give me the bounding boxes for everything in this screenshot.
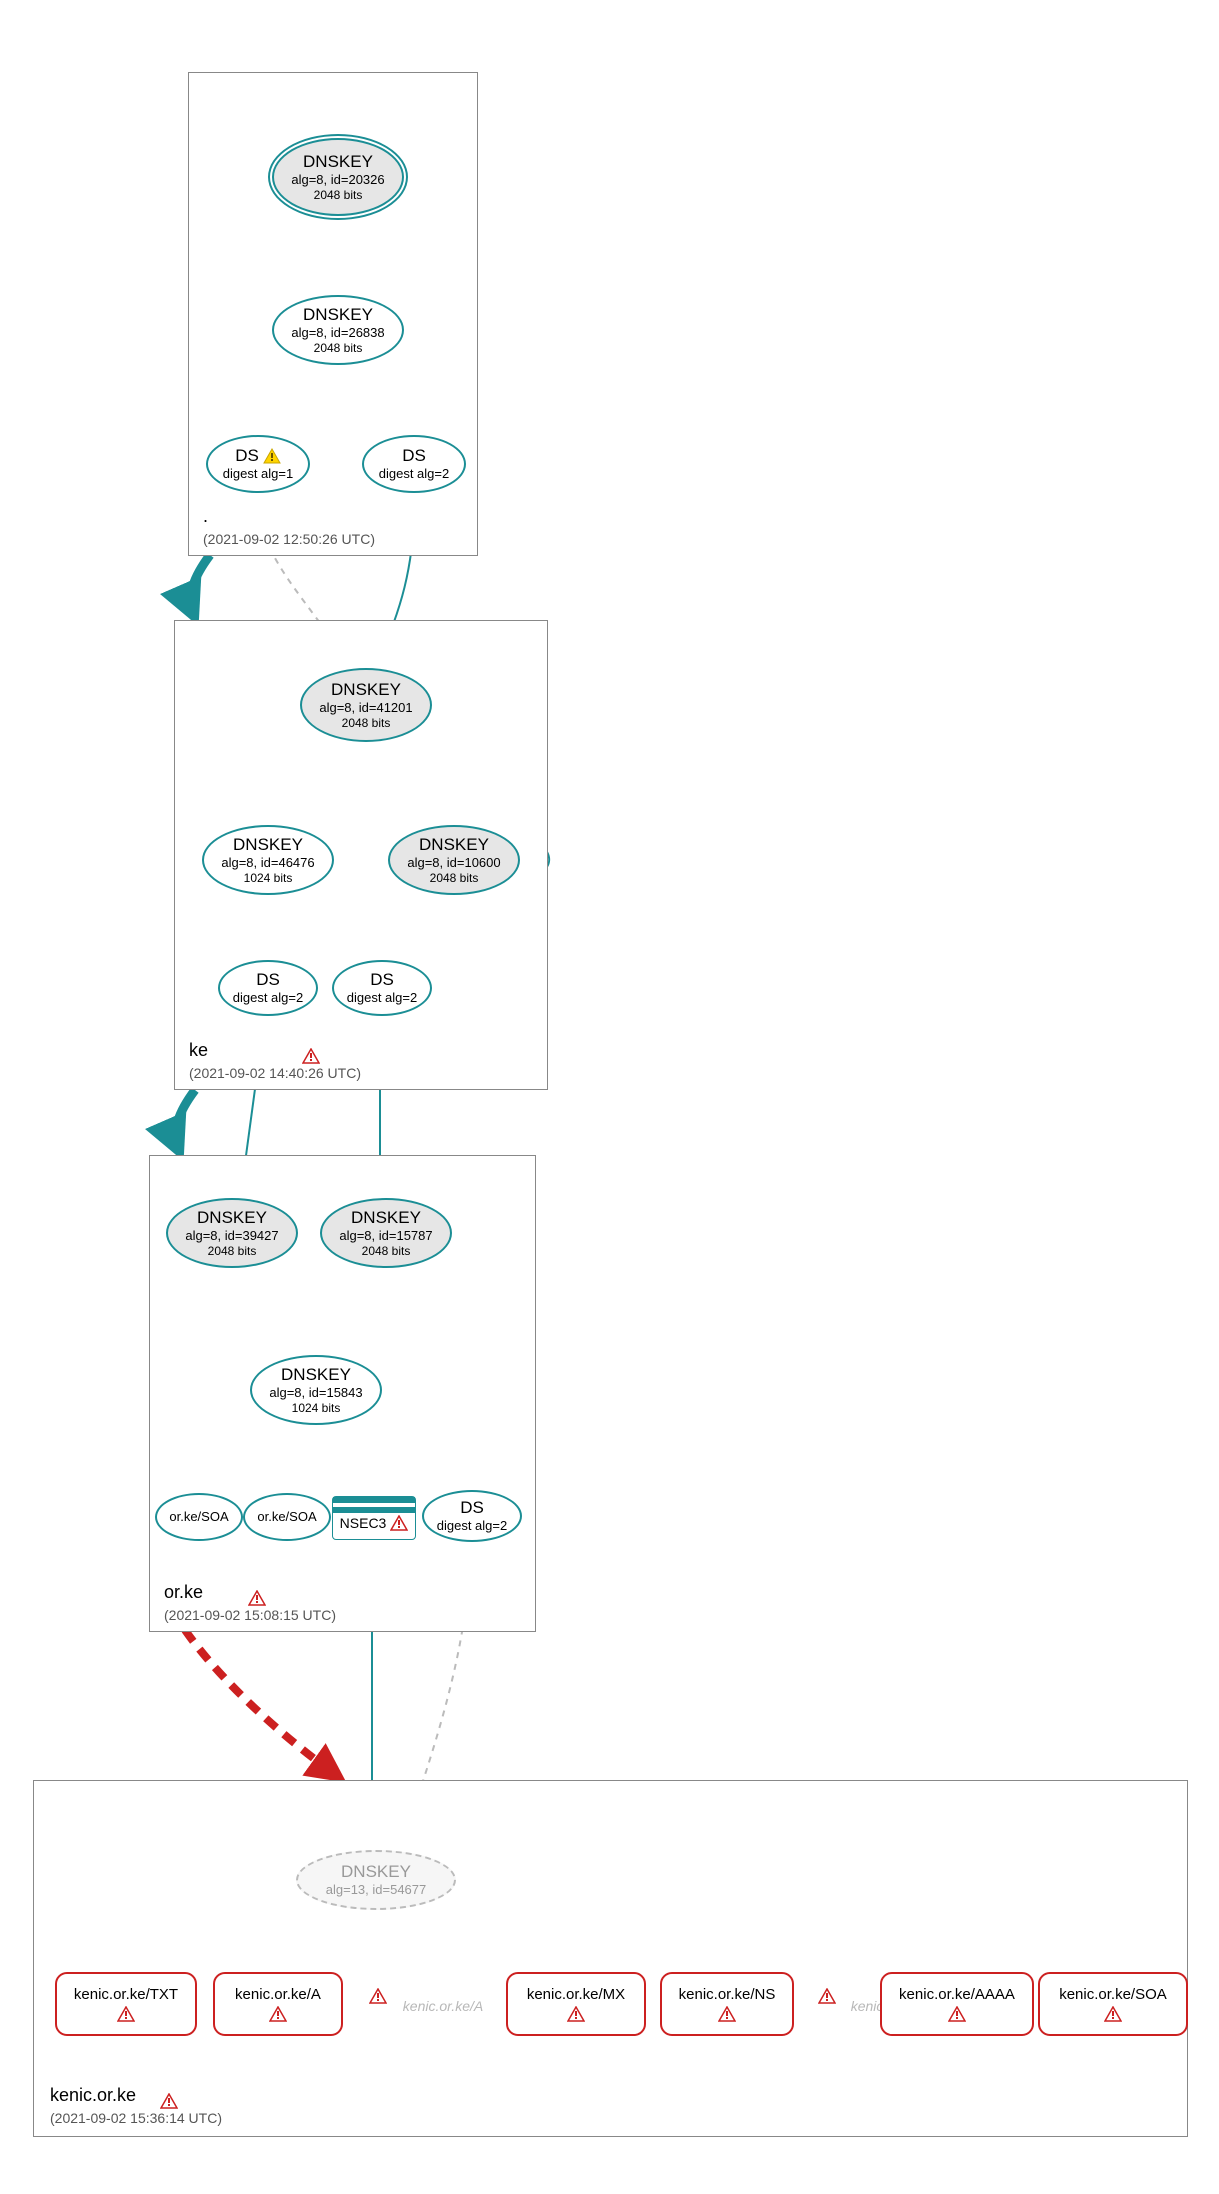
rrset-label: kenic.or.ke/MX	[527, 1986, 625, 2004]
rrset-label: kenic.or.ke/AAAA	[899, 1986, 1015, 2004]
rrset-a: kenic.or.ke/A	[213, 1972, 343, 2036]
node-detail: digest alg=2	[379, 466, 449, 482]
rrset-mx: kenic.or.ke/MX	[506, 1972, 646, 2036]
node-ke-ksk: DNSKEY alg=8, id=41201 2048 bits	[300, 668, 432, 742]
node-bits: 2048 bits	[362, 1244, 411, 1258]
node-bits: 2048 bits	[430, 871, 479, 885]
node-title: DNSKEY	[341, 1862, 411, 1882]
error-icon	[160, 2093, 178, 2109]
node-orke-zsk: DNSKEY alg=8, id=15843 1024 bits	[250, 1355, 382, 1425]
rrset-label: kenic.or.ke/TXT	[74, 1986, 178, 2004]
node-bits: 2048 bits	[314, 188, 363, 202]
node-bits: 2048 bits	[314, 341, 363, 355]
node-title: DNSKEY	[233, 835, 303, 855]
node-orke-ksk1: DNSKEY alg=8, id=39427 2048 bits	[166, 1198, 298, 1268]
node-ke-ds1: DS digest alg=2	[218, 960, 318, 1016]
error-icon	[567, 2006, 585, 2022]
error-icon	[718, 2006, 736, 2022]
faint-rr-a: kenic.or.ke/A	[398, 1998, 488, 2014]
node-title: DNSKEY	[351, 1208, 421, 1228]
warning-icon	[263, 448, 281, 464]
rrset-label: kenic.or.ke/NS	[679, 1986, 776, 2004]
zone-kenic: kenic.or.ke (2021-09-02 15:36:14 UTC)	[33, 1780, 1188, 2137]
node-orke-ksk2: DNSKEY alg=8, id=15787 2048 bits	[320, 1198, 452, 1268]
node-ke-zsk: DNSKEY alg=8, id=46476 1024 bits	[202, 825, 334, 895]
zone-orke-label: or.ke	[164, 1582, 203, 1603]
node-bits: 1024 bits	[244, 871, 293, 885]
rrset-label: kenic.or.ke/SOA	[1059, 1986, 1167, 2004]
node-title: DNSKEY	[281, 1365, 351, 1385]
zone-root-timestamp: (2021-09-02 12:50:26 UTC)	[203, 531, 375, 547]
rrset-label: kenic.or.ke/A	[235, 1986, 321, 2004]
node-title: DS	[402, 446, 426, 466]
error-icon	[369, 1988, 387, 2004]
error-icon	[948, 2006, 966, 2022]
error-icon	[302, 1048, 320, 1064]
node-bits: 1024 bits	[292, 1401, 341, 1415]
node-ke-key2: DNSKEY alg=8, id=10600 2048 bits	[388, 825, 520, 895]
node-detail: digest alg=2	[437, 1518, 507, 1534]
node-orke-nsec3: NSEC3	[332, 1496, 416, 1540]
rrset-txt: kenic.or.ke/TXT	[55, 1972, 197, 2036]
zone-ke-timestamp: (2021-09-02 14:40:26 UTC)	[189, 1065, 361, 1081]
node-detail: alg=8, id=26838	[291, 325, 384, 341]
error-icon	[269, 2006, 287, 2022]
rrset-ns: kenic.or.ke/NS	[660, 1972, 794, 2036]
node-title: DNSKEY	[419, 835, 489, 855]
node-detail: digest alg=2	[233, 990, 303, 1006]
node-title: DNSKEY	[331, 680, 401, 700]
node-bits: 2048 bits	[342, 716, 391, 730]
node-title: DS	[256, 970, 280, 990]
node-title: DS	[370, 970, 394, 990]
error-icon	[117, 2006, 135, 2022]
node-detail: alg=8, id=41201	[319, 700, 412, 716]
rrset-aaaa: kenic.or.ke/AAAA	[880, 1972, 1034, 2036]
node-detail: alg=8, id=15843	[269, 1385, 362, 1401]
zone-root-label: .	[203, 506, 208, 527]
zone-kenic-label: kenic.or.ke	[50, 2085, 136, 2106]
error-icon	[248, 1590, 266, 1606]
node-title: NSEC3	[340, 1515, 387, 1532]
node-detail: alg=8, id=46476	[221, 855, 314, 871]
node-orke-soa1: or.ke/SOA	[155, 1493, 243, 1541]
zone-orke-timestamp: (2021-09-02 15:08:15 UTC)	[164, 1607, 336, 1623]
node-detail: alg=8, id=15787	[339, 1228, 432, 1244]
node-title: DNSKEY	[303, 152, 373, 172]
node-title: or.ke/SOA	[257, 1509, 316, 1525]
node-kenic-key: DNSKEY alg=13, id=54677	[296, 1850, 456, 1910]
node-root-ds1: DS digest alg=1	[206, 435, 310, 493]
node-bits: 2048 bits	[208, 1244, 257, 1258]
node-root-zsk: DNSKEY alg=8, id=26838 2048 bits	[272, 295, 404, 365]
node-orke-ds: DS digest alg=2	[422, 1490, 522, 1542]
node-detail: digest alg=1	[223, 466, 293, 482]
error-icon	[818, 1988, 836, 2004]
node-detail: alg=8, id=20326	[291, 172, 384, 188]
node-detail: alg=8, id=39427	[185, 1228, 278, 1244]
node-title: DNSKEY	[303, 305, 373, 325]
node-title: DS	[235, 446, 259, 466]
node-orke-soa2: or.ke/SOA	[243, 1493, 331, 1541]
node-title: DNSKEY	[197, 1208, 267, 1228]
node-detail: alg=8, id=10600	[407, 855, 500, 871]
node-root-ds2: DS digest alg=2	[362, 435, 466, 493]
zone-kenic-timestamp: (2021-09-02 15:36:14 UTC)	[50, 2110, 222, 2126]
node-title: or.ke/SOA	[169, 1509, 228, 1525]
error-icon	[390, 1515, 408, 1531]
node-detail: digest alg=2	[347, 990, 417, 1006]
zone-ke-label: ke	[189, 1040, 208, 1061]
node-detail: alg=13, id=54677	[326, 1882, 426, 1898]
rrset-soa-visible: kenic.or.ke/SOA	[1038, 1972, 1188, 2036]
node-root-ksk: DNSKEY alg=8, id=20326 2048 bits	[272, 138, 404, 216]
node-title: DS	[460, 1498, 484, 1518]
node-ke-ds2: DS digest alg=2	[332, 960, 432, 1016]
error-icon	[1104, 2006, 1122, 2022]
